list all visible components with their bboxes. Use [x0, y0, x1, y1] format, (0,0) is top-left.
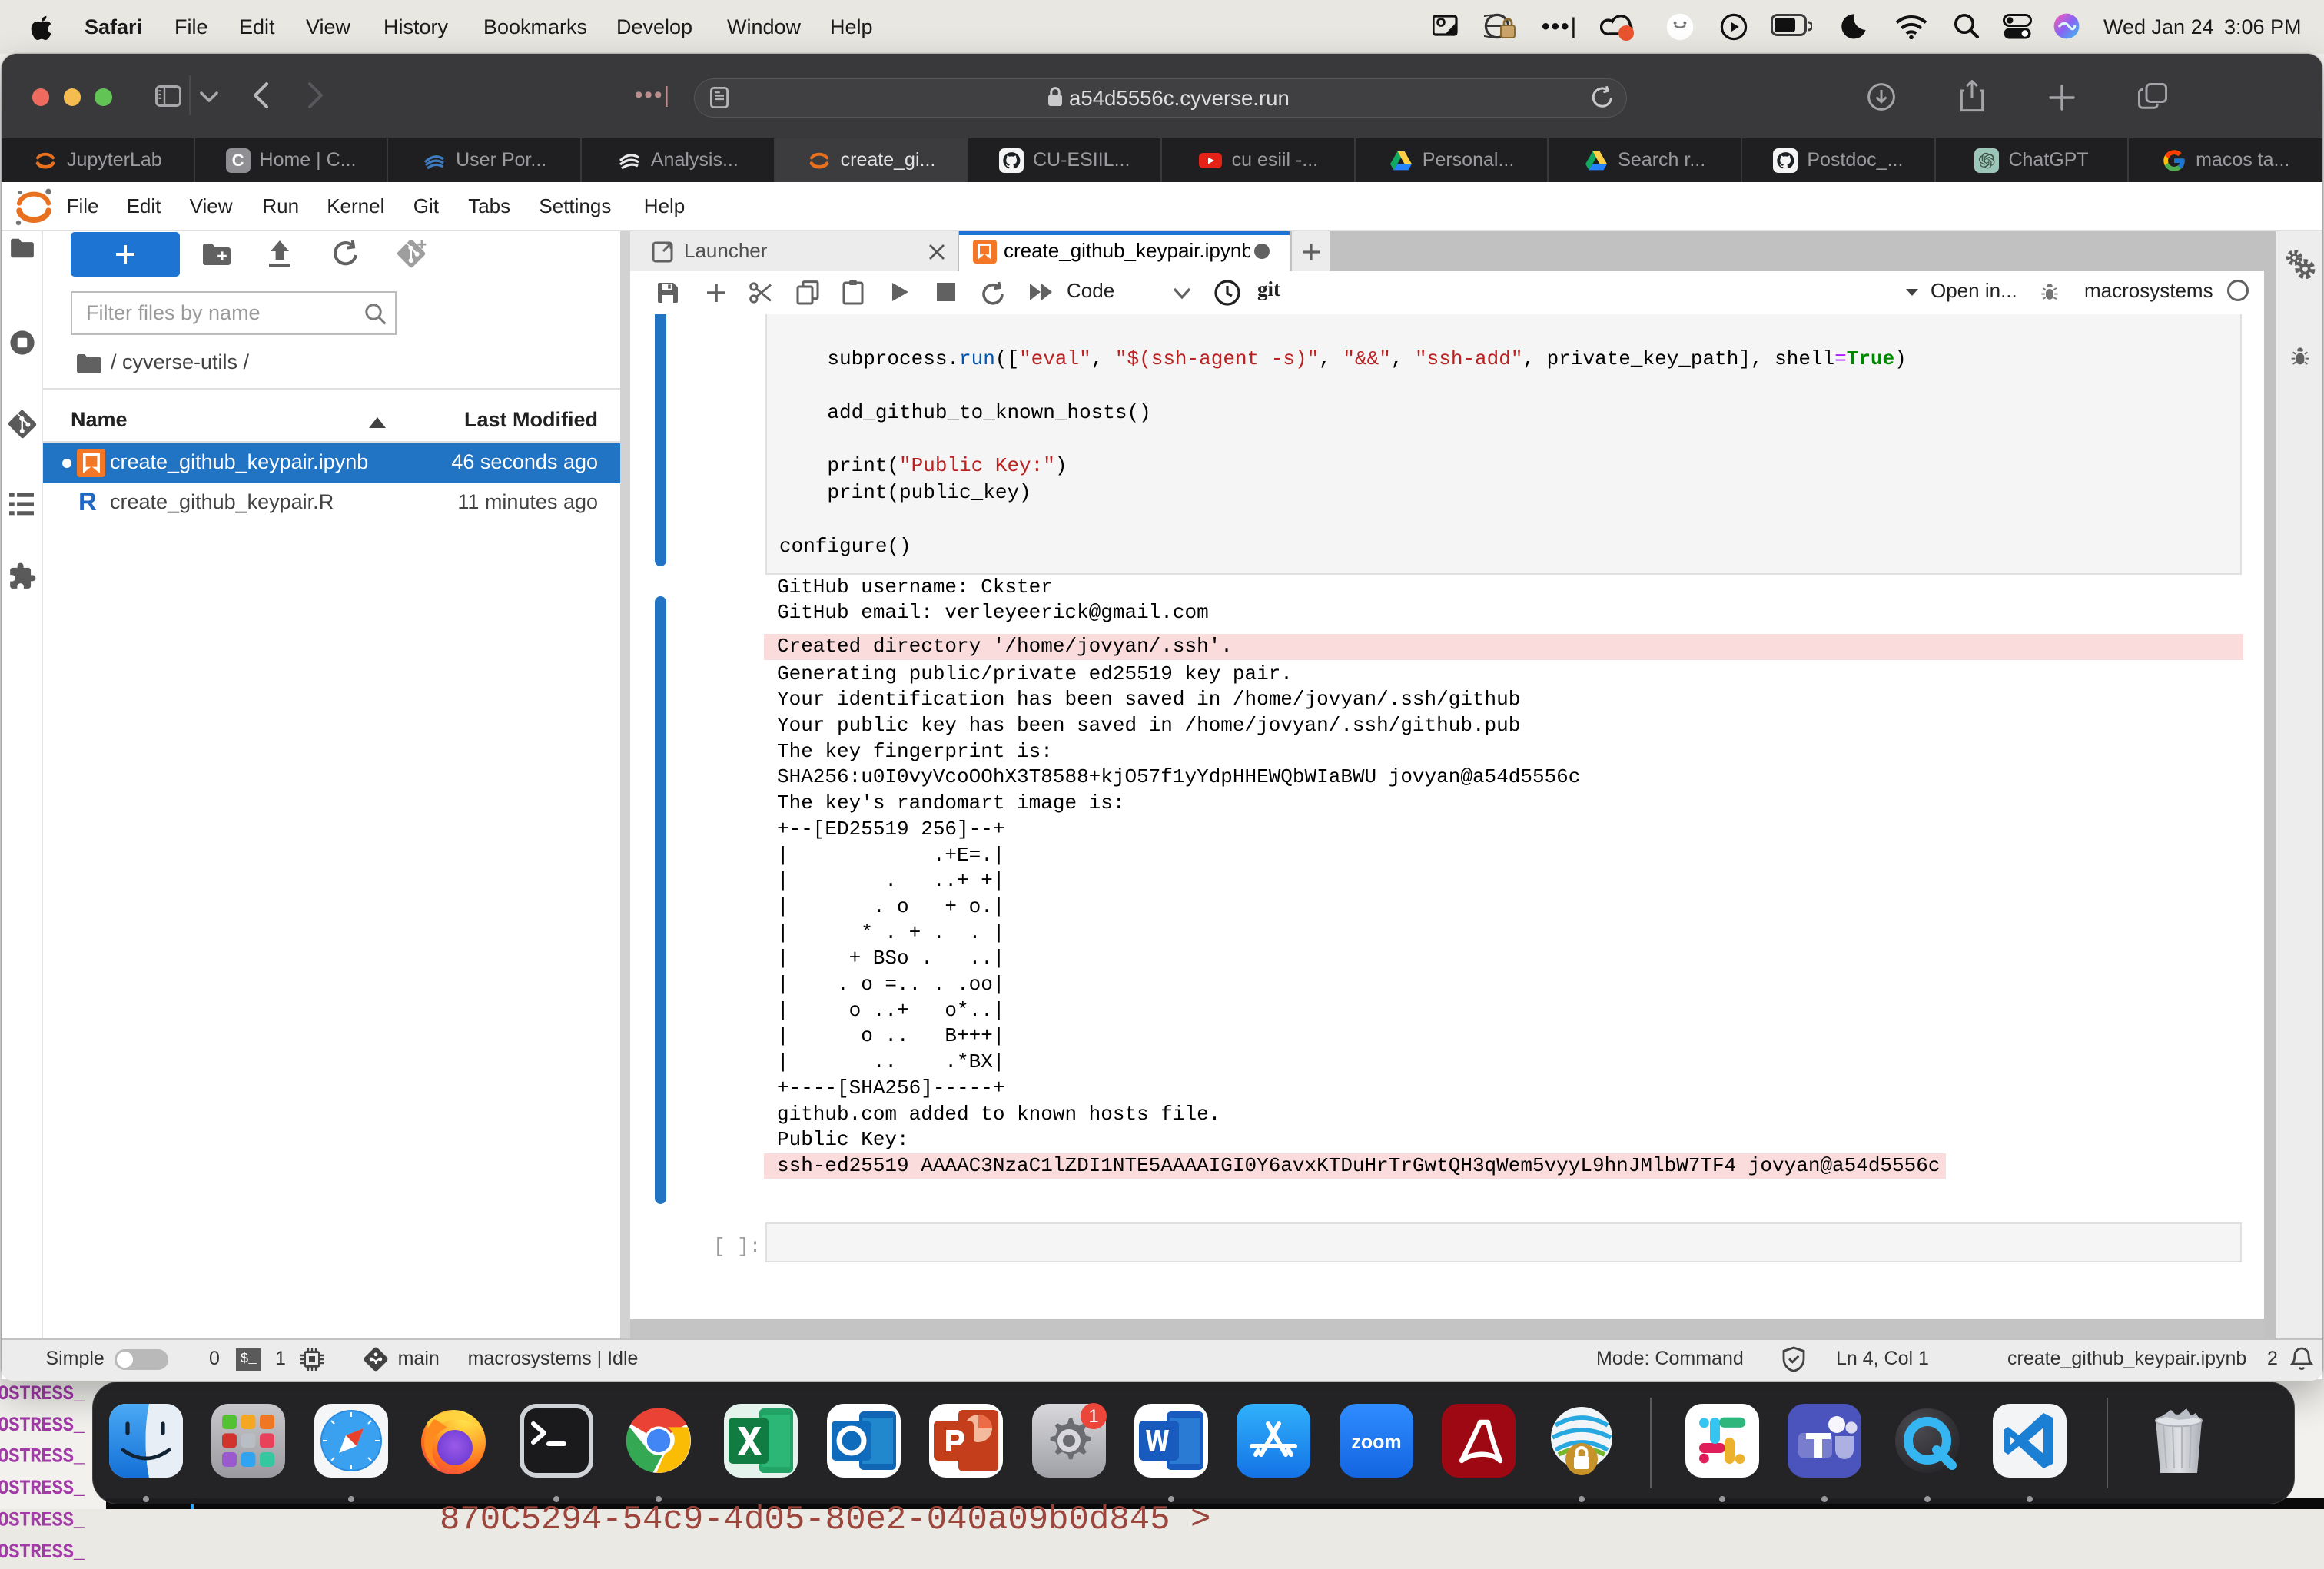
svg-text:1: 1	[1088, 1406, 1098, 1427]
svg-text:zoom: zoom	[1351, 1431, 1401, 1453]
